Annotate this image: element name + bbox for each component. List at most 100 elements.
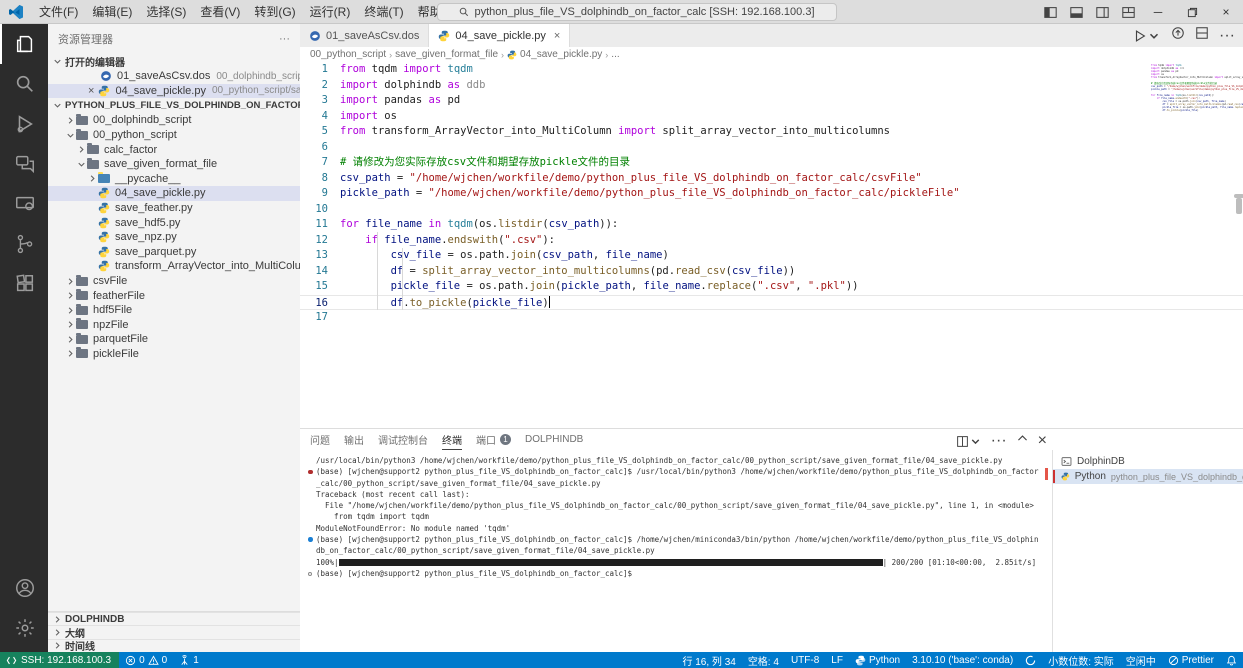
menu-item-4[interactable]: 转到(G) — [247, 0, 302, 24]
code-line-16[interactable]: 16 df.to_pickle(pickle_file) — [300, 295, 1243, 311]
run-debug-icon[interactable] — [0, 104, 48, 144]
tree-item-hdf5File[interactable]: hdf5File — [48, 303, 300, 318]
upload-icon[interactable] — [1171, 26, 1185, 45]
sidebar-section-时间线[interactable]: 时间线 — [48, 639, 300, 652]
status-item-UTF-8[interactable]: UTF-8 — [785, 652, 825, 668]
more-actions-icon[interactable]: ··· — [279, 33, 290, 45]
code-line-13[interactable]: 13 csv_file = os.path.join(csv_path, fil… — [300, 248, 1243, 264]
close-editor-icon[interactable]: × — [88, 85, 94, 97]
status-item-小数位数: 实际[interactable]: 小数位数: 实际 — [1042, 652, 1120, 668]
status-item-LF[interactable]: LF — [825, 652, 849, 668]
status-item-空闲中[interactable]: 空闲中 — [1120, 652, 1162, 668]
restore-icon[interactable] — [1175, 0, 1209, 24]
code-line-10[interactable]: 10 — [300, 202, 1243, 218]
account-icon[interactable] — [0, 568, 48, 608]
sidebar-section-大纲[interactable]: 大纲 — [48, 625, 300, 638]
tree-item-save_npz.py[interactable]: save_npz.py — [48, 230, 300, 245]
open-editors-header[interactable]: 打开的编辑器 — [48, 54, 300, 69]
code-line-12[interactable]: 12 if file_name.endswith(".csv"): — [300, 233, 1243, 249]
close-panel-icon[interactable]: × — [1038, 432, 1047, 450]
panel-tab-端口[interactable]: 端口1 — [476, 429, 511, 450]
code-editor[interactable]: 1from tqdm import tqdm2import dolphindb … — [300, 62, 1243, 428]
tree-item-__pycache__[interactable]: __pycache__ — [48, 172, 300, 187]
close-icon[interactable]: × — [1209, 0, 1243, 24]
menu-item-2[interactable]: 选择(S) — [139, 0, 193, 24]
code-line-8[interactable]: 8csv_path = "/home/wjchen/workfile/demo/… — [300, 171, 1243, 187]
run-python-file-icon[interactable] — [1133, 29, 1161, 43]
minimize-icon[interactable]: ─ — [1141, 0, 1175, 24]
panel-tab-DOLPHINDB[interactable]: DOLPHINDB — [525, 429, 583, 450]
more-actions-icon[interactable]: ··· — [1219, 27, 1235, 45]
panel-tab-调试控制台[interactable]: 调试控制台 — [378, 429, 428, 450]
problems-indicator[interactable]: 0 0 — [119, 652, 173, 668]
settings-icon[interactable] — [0, 608, 48, 648]
open-editor-item[interactable]: ×04_save_pickle.py00_python_script/save_… — [48, 84, 300, 99]
tree-item-calc_factor[interactable]: calc_factor — [48, 142, 300, 157]
editor-tab-01_saveAsCsv.dos[interactable]: 01_saveAsCsv.dos — [300, 24, 429, 47]
sidebar-section-DOLPHINDB[interactable]: DOLPHINDB — [48, 612, 300, 625]
tree-item-save_given_format_file[interactable]: save_given_format_file — [48, 157, 300, 172]
toggle-sidebar-icon[interactable] — [1037, 0, 1063, 24]
status-item-空格: 4[interactable]: 空格: 4 — [742, 652, 785, 668]
terminal-instance-Python[interactable]: Pythonpython_plus_file_VS_dolphindb_on_f… — [1053, 469, 1243, 484]
toggle-secondary-sidebar-icon[interactable] — [1089, 0, 1115, 24]
split-editor-icon[interactable] — [1195, 26, 1209, 45]
status-item-Python[interactable]: Python — [849, 652, 906, 668]
tree-root[interactable]: PYTHON_PLUS_FILE_VS_DOLPHINDB_ON_FACTOR_… — [48, 98, 300, 113]
code-line-2[interactable]: 2import dolphindb as ddb — [300, 78, 1243, 94]
extensions-icon[interactable] — [0, 264, 48, 304]
close-tab-icon[interactable]: × — [554, 30, 560, 42]
code-line-4[interactable]: 4import os — [300, 109, 1243, 125]
status-item-3.10.10 ('base': conda)[interactable]: 3.10.10 ('base': conda) — [906, 652, 1019, 668]
code-line-17[interactable]: 17 — [300, 310, 1243, 326]
panel-tab-输出[interactable]: 输出 — [344, 429, 364, 450]
tree-item-npzFile[interactable]: npzFile — [48, 318, 300, 333]
code-line-6[interactable]: 6 — [300, 140, 1243, 156]
remote-explorer-icon[interactable] — [0, 184, 48, 224]
tree-item-04_save_pickle.py[interactable]: 04_save_pickle.py — [48, 186, 300, 201]
menu-item-0[interactable]: 文件(F) — [32, 0, 85, 24]
code-line-7[interactable]: 7# 请修改为您实际存放csv文件和期望存放pickle文件的目录 — [300, 155, 1243, 171]
tree-item-featherFile[interactable]: featherFile — [48, 288, 300, 303]
more-actions-icon[interactable]: ··· — [991, 432, 1007, 450]
breadcrumb-item[interactable]: save_given_format_file — [395, 49, 498, 60]
remote-indicator[interactable]: SSH: 192.168.100.3 — [0, 652, 119, 668]
source-control-icon[interactable] — [0, 224, 48, 264]
tree-item-csvFile[interactable]: csvFile — [48, 274, 300, 289]
breadcrumb-item[interactable]: 00_python_script — [310, 49, 386, 60]
ports-indicator[interactable]: 1 — [173, 652, 205, 668]
comments-icon[interactable] — [0, 144, 48, 184]
code-line-11[interactable]: 11for file_name in tqdm(os.listdir(csv_p… — [300, 217, 1243, 233]
toggle-panel-icon[interactable] — [1063, 0, 1089, 24]
code-line-9[interactable]: 9pickle_path = "/home/wjchen/workfile/de… — [300, 186, 1243, 202]
code-line-3[interactable]: 3import pandas as pd — [300, 93, 1243, 109]
code-line-5[interactable]: 5from transform_ArrayVector_into_MultiCo… — [300, 124, 1243, 140]
search-icon[interactable] — [0, 64, 48, 104]
breadcrumb[interactable]: 00_python_script›save_given_format_file›… — [300, 47, 1243, 62]
maximize-panel-icon[interactable] — [1016, 432, 1029, 450]
open-editor-item[interactable]: 01_saveAsCsv.dos00_dolphindb_script — [48, 69, 300, 84]
code-line-15[interactable]: 15 pickle_file = os.path.join(pickle_pat… — [300, 279, 1243, 295]
terminal[interactable]: /usr/local/bin/python3 /home/wjchen/work… — [300, 450, 1052, 652]
status-item-行 16, 列 34[interactable]: 行 16, 列 34 — [676, 652, 741, 668]
terminal-instance-DolphinDB[interactable]: DolphinDB — [1053, 454, 1243, 469]
status-item-bell[interactable] — [1220, 652, 1243, 668]
status-item-spinner[interactable] — [1019, 652, 1042, 668]
menu-item-6[interactable]: 终端(T) — [357, 0, 410, 24]
tree-item-00_dolphindb_script[interactable]: 00_dolphindb_script — [48, 113, 300, 128]
customize-layout-icon[interactable] — [1115, 0, 1141, 24]
tree-item-parquetFile[interactable]: parquetFile — [48, 332, 300, 347]
tree-item-save_hdf5.py[interactable]: save_hdf5.py — [48, 215, 300, 230]
editor-tab-04_save_pickle.py[interactable]: 04_save_pickle.py× — [429, 24, 570, 47]
tree-item-pickleFile[interactable]: pickleFile — [48, 347, 300, 362]
menu-item-5[interactable]: 运行(R) — [303, 0, 358, 24]
status-item-Prettier[interactable]: Prettier — [1162, 652, 1220, 668]
editor-scrollbar[interactable] — [1236, 198, 1242, 214]
panel-tab-终端[interactable]: 终端 — [442, 429, 462, 450]
breadcrumb-item[interactable]: ... — [611, 49, 619, 60]
command-center[interactable]: python_plus_file_VS_dolphindb_on_factor_… — [437, 3, 837, 21]
breadcrumb-item[interactable]: 04_save_pickle.py — [520, 49, 602, 60]
menu-item-1[interactable]: 编辑(E) — [85, 0, 139, 24]
split-terminal-icon[interactable] — [956, 435, 982, 448]
tree-item-save_feather.py[interactable]: save_feather.py — [48, 201, 300, 216]
